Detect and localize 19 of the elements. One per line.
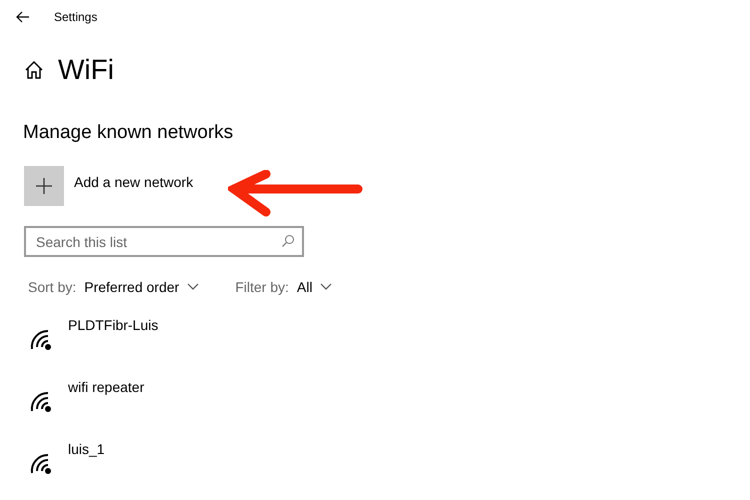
filter-dropdown[interactable]: Filter by: All bbox=[235, 279, 332, 295]
add-network-link[interactable]: Add a new network bbox=[74, 174, 194, 190]
back-button[interactable] bbox=[16, 11, 30, 23]
sort-dropdown[interactable]: Sort by: Preferred order bbox=[28, 279, 200, 295]
wifi-icon bbox=[28, 451, 54, 477]
window-title: Settings bbox=[54, 10, 98, 24]
plus-icon bbox=[35, 177, 53, 195]
section-heading: Manage known networks bbox=[23, 122, 234, 144]
chevron-down-icon bbox=[187, 283, 200, 291]
network-name[interactable]: wifi repeater bbox=[68, 379, 144, 395]
page-title: WiFi bbox=[58, 54, 114, 86]
search-field[interactable]: Search this list bbox=[24, 226, 304, 257]
network-name[interactable]: PLDTFibr-Luis bbox=[68, 317, 158, 333]
wifi-icon bbox=[28, 389, 54, 415]
home-icon[interactable] bbox=[24, 60, 44, 80]
network-name[interactable]: luis_1 bbox=[68, 441, 105, 457]
wifi-icon bbox=[28, 327, 54, 353]
search-icon bbox=[281, 234, 295, 248]
chevron-down-icon bbox=[320, 283, 332, 291]
